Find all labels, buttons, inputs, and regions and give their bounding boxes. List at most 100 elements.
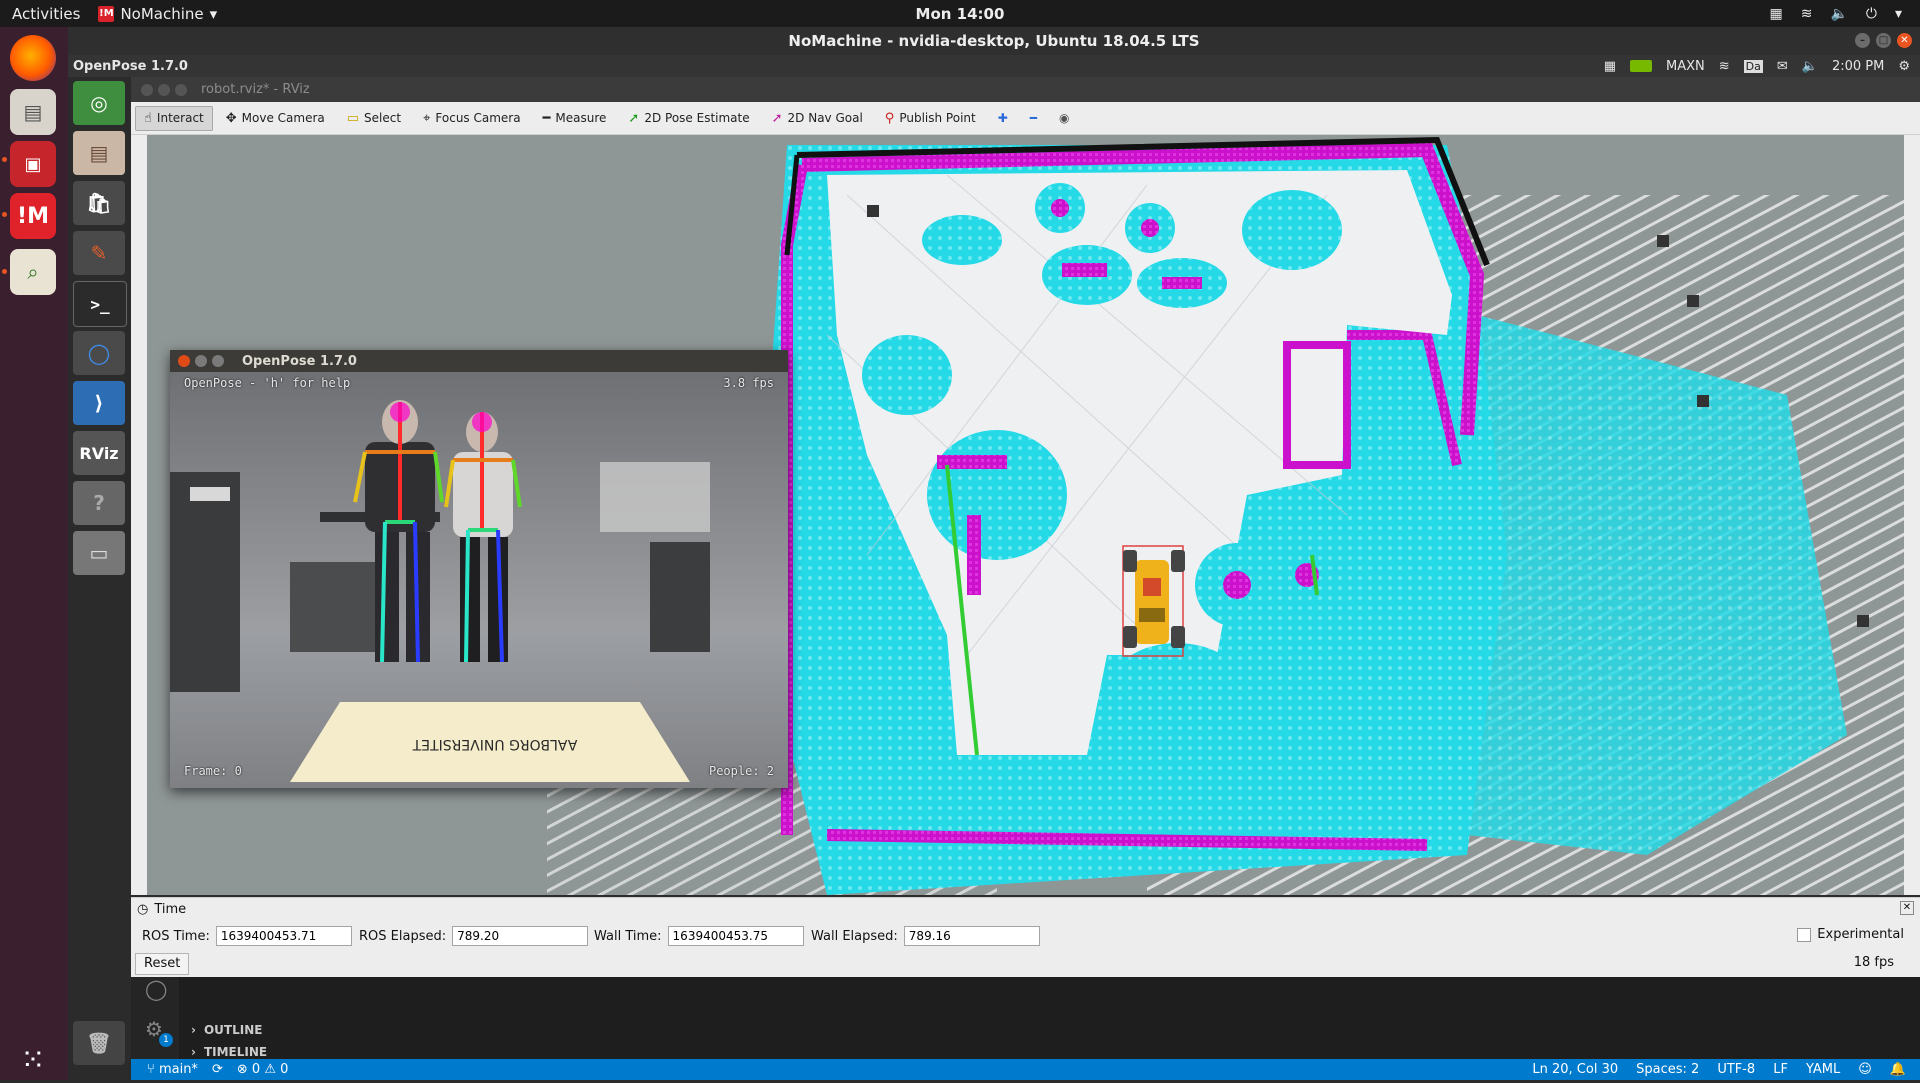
openpose-window[interactable]: OpenPose 1.7.0 AALBORG UNIVERSITET OpenP… (170, 350, 788, 788)
vscode-icon[interactable]: ⟩ (73, 381, 125, 425)
mail-icon[interactable]: ✉ (1777, 59, 1788, 74)
openpose-frame: Frame: 0 (184, 764, 242, 778)
indentation[interactable]: Spaces: 2 (1636, 1062, 1699, 1077)
clock-icon: ◷ (137, 901, 149, 917)
chromium-icon[interactable]: ◯ (73, 331, 125, 375)
running-indicator (2, 212, 7, 217)
problems-status[interactable]: ⊗ 0 ⚠ 0 (237, 1062, 289, 1077)
timeline-section[interactable]: › TIMELINE (191, 1045, 267, 1059)
language-mode[interactable]: YAML (1806, 1062, 1840, 1077)
activities-button[interactable]: Activities (12, 5, 80, 23)
keyboard-icon[interactable]: ▦ (1769, 6, 1782, 22)
rviz-window-title: robot.rviz* - RViz (201, 82, 310, 97)
show-apps-icon[interactable]: ⁙ (10, 1037, 56, 1083)
keyboard-layout[interactable]: Da (1743, 59, 1763, 73)
wall-time-field[interactable] (667, 926, 804, 946)
openpose-fps: 3.8 fps (723, 376, 774, 390)
vscode-sidebar-bottom: ◯ ⚙ 1 › OUTLINE › TIMELINE (131, 977, 1920, 1059)
drive-icon[interactable]: ▭ (73, 531, 125, 575)
close-icon[interactable]: ✕ (1900, 901, 1914, 915)
app-menu[interactable]: !M NoMachine ▾ (98, 5, 217, 23)
remote-desktop-icon[interactable]: ▣ (10, 141, 56, 187)
rviz-icon[interactable]: RViz (73, 431, 125, 475)
cursor-hand-icon: ☝ (144, 110, 152, 126)
power-mode[interactable]: MAXN (1666, 59, 1705, 74)
openpose-title-bar[interactable]: OpenPose 1.7.0 (170, 350, 788, 372)
chevron-down-icon[interactable]: ▾ (1895, 6, 1902, 22)
notifications-icon[interactable]: 🔔 (1890, 1062, 1906, 1077)
tool-2d-pose-estimate[interactable]: ➚ 2D Pose Estimate (619, 106, 758, 131)
files-icon[interactable]: ▤ (10, 89, 56, 135)
tool-measure[interactable]: ━ Measure (534, 106, 616, 131)
branch-status[interactable]: ⑂ main* (147, 1062, 198, 1077)
chevron-right-icon: › (191, 1023, 196, 1037)
remote-launcher: ◎ ▤ 🛍 ✎ >_ ◯ ⟩ RViz ? ▭ 🗑 (68, 77, 131, 1080)
view-left-dock-handle[interactable] (131, 135, 147, 895)
ubuntu-logo-icon[interactable]: ◎ (73, 81, 125, 125)
cursor-position[interactable]: Ln 20, Col 30 (1532, 1062, 1618, 1077)
nomachine-icon[interactable]: !M (10, 193, 56, 239)
image-viewer-icon[interactable]: ⌕ (10, 249, 56, 295)
chevron-right-icon: › (191, 1045, 196, 1059)
wall-elapsed-group: Wall Elapsed: (811, 926, 1040, 946)
sync-icon[interactable]: ⟳ (212, 1062, 223, 1077)
help-icon[interactable]: ? (73, 481, 125, 525)
files-icon[interactable]: ▤ (73, 131, 125, 175)
power-icon[interactable]: ⏻ (1866, 6, 1877, 22)
wall-elapsed-label: Wall Elapsed: (811, 928, 898, 944)
tool-interact[interactable]: ☝ Interact (135, 105, 213, 131)
select-box-icon: ▭ (346, 110, 360, 126)
settings-icon[interactable]: ✎ (73, 231, 125, 275)
account-icon[interactable]: ◯ (145, 977, 167, 1001)
nomachine-title-bar: NoMachine - nvidia-desktop, Ubuntu 18.04… (68, 27, 1920, 55)
wifi-icon[interactable]: ≋ (1801, 6, 1813, 22)
add-tool-icon[interactable]: ✚ (989, 106, 1017, 130)
store-icon[interactable]: 🛍 (73, 181, 125, 225)
camera-feed: AALBORG UNIVERSITET OpenPose - 'h' for h… (170, 372, 788, 788)
experimental-checkbox[interactable]: Experimental (1797, 927, 1904, 942)
outline-section[interactable]: › OUTLINE (191, 1023, 262, 1037)
firefox-icon[interactable] (10, 35, 56, 81)
wall-elapsed-field[interactable] (903, 926, 1040, 946)
feedback-icon[interactable]: ☺ (1858, 1062, 1872, 1077)
gear-icon[interactable]: ⚙ (1898, 59, 1910, 74)
wall-time-group: Wall Time: (594, 926, 804, 946)
tool-move-camera[interactable]: ✥ Move Camera (217, 106, 334, 131)
ros-time-field[interactable] (215, 926, 352, 946)
window-title: NoMachine - nvidia-desktop, Ubuntu 18.04… (788, 32, 1200, 50)
terminal-icon[interactable]: >_ (73, 281, 127, 327)
wall-time-label: Wall Time: (594, 928, 662, 944)
wifi-icon[interactable]: ≋ (1719, 59, 1730, 74)
volume-icon[interactable]: 🔈 (1830, 6, 1847, 22)
remove-tool-icon[interactable]: ━ (1021, 106, 1046, 130)
reset-button[interactable]: Reset (135, 953, 190, 975)
tool-2d-nav-goal[interactable]: ➚ 2D Nav Goal (763, 106, 872, 131)
tool-properties-icon[interactable]: ◉ (1050, 106, 1078, 130)
remote-app-label[interactable]: OpenPose 1.7.0 (73, 59, 188, 74)
volume-icon[interactable]: 🔈 (1802, 59, 1818, 74)
minimize-icon[interactable]: – (1855, 33, 1870, 48)
ros-elapsed-group: ROS Elapsed: (359, 926, 589, 946)
remote-panel: OpenPose 1.7.0 ▦ MAXN ≋ Da ✉ 🔈 2:00 PM ⚙ (68, 55, 1920, 77)
ros-elapsed-field[interactable] (452, 926, 589, 946)
line-ending[interactable]: LF (1773, 1062, 1788, 1077)
nvidia-icon[interactable] (1629, 60, 1652, 72)
tool-publish-point[interactable]: ⚲ Publish Point (876, 106, 985, 131)
tool-label: 2D Nav Goal (787, 111, 863, 125)
close-icon[interactable]: ✕ (1897, 33, 1912, 48)
maximize-icon[interactable]: □ (1876, 33, 1891, 48)
error-count: 0 (251, 1062, 261, 1077)
view-right-dock-handle[interactable] (1904, 135, 1920, 895)
window-controls[interactable] (141, 83, 187, 96)
encoding[interactable]: UTF-8 (1717, 1062, 1755, 1077)
tool-select[interactable]: ▭ Select (338, 106, 410, 131)
checkbox-box[interactable] (1797, 927, 1812, 942)
trash-icon[interactable]: 🗑 (73, 1021, 125, 1065)
vscode-status-bar: ⑂ main* ⟳ ⊗ 0 ⚠ 0 Ln 20, Col 30 Spaces: … (131, 1059, 1920, 1080)
clock[interactable]: Mon 14:00 (0, 5, 1920, 23)
tool-focus-camera[interactable]: ⌖ Focus Camera (414, 106, 530, 131)
remote-clock[interactable]: 2:00 PM (1832, 59, 1884, 74)
system-tray[interactable]: ▦ ≋ 🔈 ⏻ ▾ (1769, 0, 1902, 27)
window-controls[interactable] (178, 355, 224, 367)
keyboard-icon[interactable]: ▦ (1604, 59, 1616, 74)
